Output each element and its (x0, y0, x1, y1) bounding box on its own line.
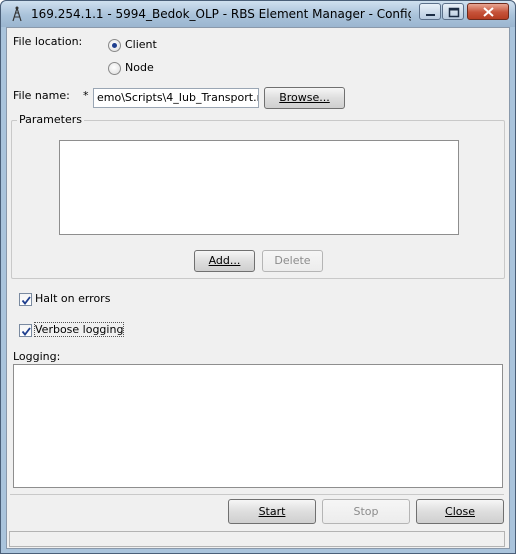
start-button[interactable]: Start (228, 499, 316, 524)
halt-on-errors-label[interactable]: Halt on errors (35, 292, 110, 305)
footer-divider (10, 494, 504, 495)
client-radio[interactable] (108, 39, 121, 52)
halt-on-errors-checkbox[interactable] (19, 293, 32, 306)
close-icon (483, 7, 494, 17)
dialog-body: File location: Client Node File name: * … (6, 27, 510, 549)
add-button-label: Add... (208, 254, 241, 267)
parameters-list[interactable] (59, 140, 459, 235)
stop-button[interactable]: Stop (322, 499, 410, 524)
logging-label: Logging: (13, 350, 61, 363)
status-bar (9, 531, 505, 547)
verbose-logging-checkbox[interactable] (19, 324, 32, 337)
required-marker: * (83, 89, 89, 102)
maximize-button[interactable] (442, 3, 464, 20)
add-parameter-button[interactable]: Add... (194, 250, 255, 272)
delete-button-label: Delete (274, 254, 311, 267)
title-bar[interactable]: 169.254.1.1 - 5994_Bedok_OLP - RBS Eleme… (1, 1, 515, 27)
file-name-label: File name: (13, 89, 70, 102)
window-title: 169.254.1.1 - 5994_Bedok_OLP - RBS Eleme… (31, 7, 411, 21)
checkmark-icon (21, 296, 31, 305)
config-file-executor-window: 169.254.1.1 - 5994_Bedok_OLP - RBS Eleme… (0, 0, 516, 554)
node-radio[interactable] (108, 62, 121, 75)
browse-button[interactable]: Browse... (264, 87, 345, 109)
parameters-group-title: Parameters (17, 113, 84, 126)
maximize-icon (448, 7, 460, 18)
close-button[interactable]: Close (416, 499, 504, 524)
close-window-button[interactable] (467, 3, 509, 20)
file-name-field[interactable]: emo\Scripts\4_Iub_Transport.mo (93, 88, 259, 108)
close-button-label: Close (445, 505, 475, 518)
checkmark-icon (21, 327, 31, 336)
node-radio-label[interactable]: Node (125, 61, 154, 74)
client-radio-label[interactable]: Client (125, 38, 157, 51)
start-button-label: Start (258, 505, 286, 518)
browse-button-label: Browse... (279, 91, 330, 104)
minimize-button[interactable] (419, 3, 441, 20)
minimize-icon (426, 14, 435, 16)
antenna-app-icon (9, 6, 25, 22)
file-location-label: File location: (13, 35, 83, 48)
logging-output-area[interactable] (13, 364, 503, 488)
stop-button-label: Stop (353, 505, 379, 518)
delete-parameter-button[interactable]: Delete (262, 250, 323, 272)
verbose-logging-label[interactable]: Verbose logging (33, 322, 125, 337)
